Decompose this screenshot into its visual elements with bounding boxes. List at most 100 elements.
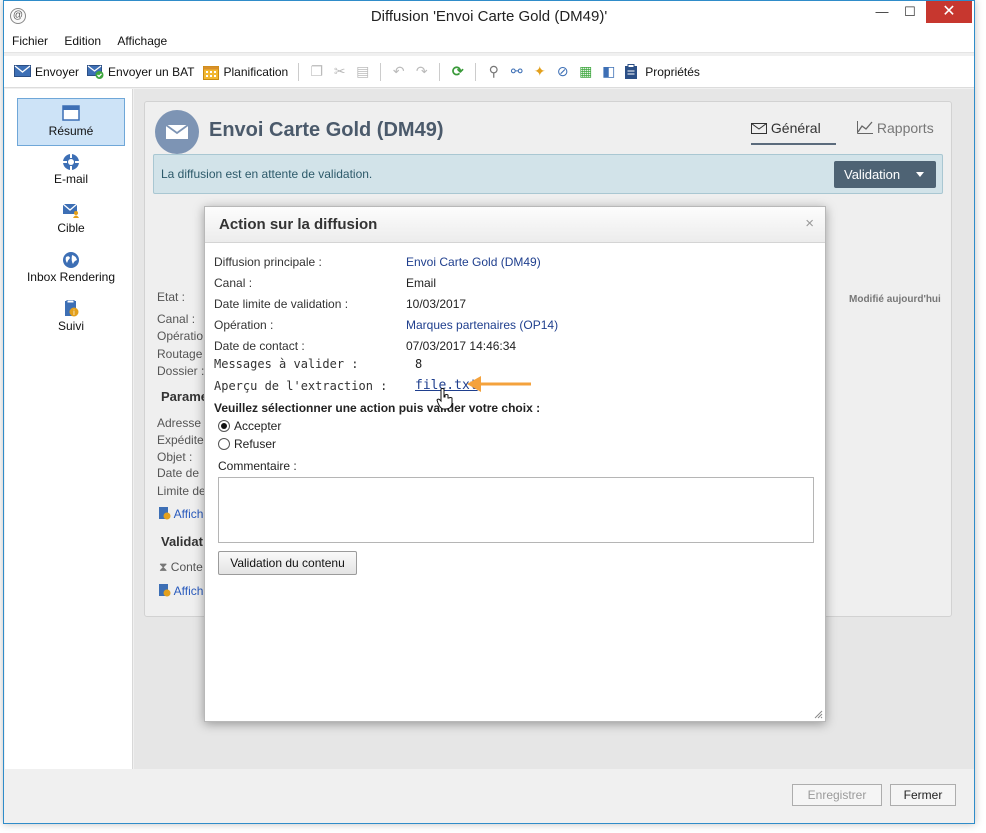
resize-grip-icon[interactable]	[813, 709, 823, 719]
validation-dropdown-button[interactable]: Validation	[834, 161, 936, 188]
dialog-close-icon[interactable]: ×	[805, 215, 814, 232]
caret-down-icon	[916, 172, 924, 177]
send-proof-label: Envoyer un BAT	[108, 64, 195, 79]
maximize-button[interactable]: ☐	[896, 1, 924, 23]
close-button[interactable]: Fermer	[890, 784, 956, 806]
svg-text:i: i	[73, 309, 75, 317]
expediteur-label: Expédite	[157, 433, 204, 447]
validation-section: Validat	[161, 534, 203, 549]
main-delivery-value[interactable]: Envoi Carte Gold (DM49)	[406, 255, 541, 269]
send-label: Envoyer	[35, 64, 80, 79]
info-doc-icon	[159, 584, 171, 597]
sidebar-item-inbox-rendering[interactable]: Inbox Rendering	[17, 245, 125, 293]
tab-rapports-label: Rapports	[876, 120, 934, 136]
accept-label: Accepter	[234, 419, 282, 433]
sidebar-item-suivi[interactable]: i Suivi	[17, 294, 125, 342]
toolbar-separator	[380, 62, 382, 81]
modified-label: Modifié aujourd'hui	[849, 294, 941, 305]
calculator-icon[interactable]: ▦	[577, 63, 594, 80]
sidebar-item-label: Résumé	[48, 124, 94, 138]
toolbar-separator	[439, 62, 441, 81]
tracking-toolbar-icon[interactable]: ◧	[600, 63, 617, 80]
deadline-label: Date limite de validation :	[214, 297, 349, 311]
send-proof-button[interactable]: Envoyer un BAT	[83, 60, 198, 84]
extraction-preview-label: Aperçu de l'extraction :	[214, 379, 388, 393]
tab-rapports[interactable]: Rapports	[857, 120, 934, 136]
menu-affichage[interactable]: Affichage	[109, 31, 172, 48]
messages-to-validate-value: 8	[415, 357, 423, 371]
toolbar: Envoyer Envoyer un BAT Planification ❐ ✂…	[4, 56, 974, 88]
envelope-tab-icon	[751, 123, 767, 134]
hourglass-icon: ⧗	[159, 560, 168, 574]
validate-content-button[interactable]: Validation du contenu	[218, 551, 357, 575]
save-button[interactable]: Enregistrer	[792, 784, 882, 806]
send-button[interactable]: Envoyer	[10, 60, 83, 84]
cut-icon[interactable]: ✂	[331, 63, 348, 80]
envelope-icon	[14, 64, 31, 79]
deadline-value: 10/03/2017	[406, 297, 467, 311]
tab-general[interactable]: Général	[751, 120, 836, 145]
paste-icon[interactable]: ▤	[354, 63, 371, 80]
channel-value: Email	[406, 276, 437, 290]
refresh-icon[interactable]: ⟳	[449, 63, 466, 80]
etat-label: Etat :	[157, 290, 186, 304]
schedule-label: Planification	[223, 64, 289, 79]
tracking-icon: i	[62, 299, 80, 317]
validation-button-label: Validation	[844, 167, 901, 182]
main-delivery-label: Diffusion principale :	[214, 255, 322, 269]
sidebar: Résumé E-mail Cible Inbox Rendering i Su…	[5, 89, 133, 769]
afficher-link-2-label: Affich	[173, 584, 204, 598]
undo-icon[interactable]: ↶	[390, 63, 407, 80]
operation-label: Opération :	[214, 318, 274, 332]
parametres-section: Parame	[161, 389, 208, 404]
adresse-label: Adresse	[157, 416, 202, 430]
accept-option[interactable]: Accepter	[218, 419, 281, 433]
operation-value[interactable]: Marques partenaires (OP14)	[406, 318, 558, 332]
afficher-link-2[interactable]: Affich	[159, 583, 203, 598]
close-window-button[interactable]: ✕	[926, 1, 972, 23]
minimize-button[interactable]: —	[868, 1, 896, 23]
link-icon[interactable]: ⚯	[508, 63, 525, 80]
contact-date-value: 07/03/2017 14:46:34	[406, 339, 517, 353]
menu-edition[interactable]: Edition	[56, 31, 106, 48]
objet-label: Objet :	[157, 450, 193, 464]
redo-icon[interactable]: ↷	[413, 63, 430, 80]
routage-label: Routage	[157, 347, 203, 361]
menu-bar: Fichier Edition Affichage	[4, 31, 974, 53]
afficher-link-1[interactable]: Affich	[159, 506, 203, 521]
orange-arrow-icon	[467, 376, 531, 392]
channel-label: Canal :	[214, 276, 253, 290]
sidebar-item-label: Suivi	[57, 319, 84, 333]
refuse-option[interactable]: Refuser	[218, 437, 276, 451]
afficher-link-1-label: Affich	[173, 507, 204, 521]
sidebar-item-email[interactable]: E-mail	[17, 147, 125, 195]
target-icon	[62, 202, 80, 218]
accept-radio[interactable]	[218, 420, 230, 432]
schedule-button[interactable]: Planification	[199, 60, 293, 84]
refuse-label: Refuser	[234, 437, 277, 451]
toolbar-separator	[475, 62, 477, 81]
summary-icon	[62, 105, 80, 121]
gift-icon[interactable]: ✦	[531, 63, 548, 80]
target-settings-icon[interactable]: ⊘	[554, 63, 571, 80]
sidebar-item-resume[interactable]: Résumé	[17, 98, 125, 146]
refuse-radio[interactable]	[218, 438, 230, 450]
contenu-label: ⧗ Conte	[159, 560, 203, 575]
dossier-label: Dossier :	[157, 364, 205, 378]
contact-date-label: Date de contact :	[214, 339, 305, 353]
copy-icon[interactable]: ❐	[308, 63, 325, 80]
menu-fichier[interactable]: Fichier	[4, 31, 53, 48]
attachment-icon[interactable]: ⚲	[485, 63, 502, 80]
contenu-text: Conte	[170, 560, 203, 574]
sidebar-item-cible[interactable]: Cible	[17, 196, 125, 244]
banner-message: La diffusion est en attente de validatio…	[161, 167, 373, 181]
limite-label: Limite de	[157, 484, 206, 498]
operation-label: Opératio	[157, 329, 204, 343]
sidebar-item-label: E-mail	[53, 172, 88, 186]
date-de-label: Date de	[157, 466, 200, 480]
chart-tab-icon	[857, 121, 873, 134]
envelope-check-icon	[87, 64, 104, 79]
comment-textarea[interactable]	[218, 477, 814, 543]
properties-button[interactable]: Propriétés	[620, 60, 704, 84]
dialog-title: Action sur la diffusion	[219, 216, 378, 233]
